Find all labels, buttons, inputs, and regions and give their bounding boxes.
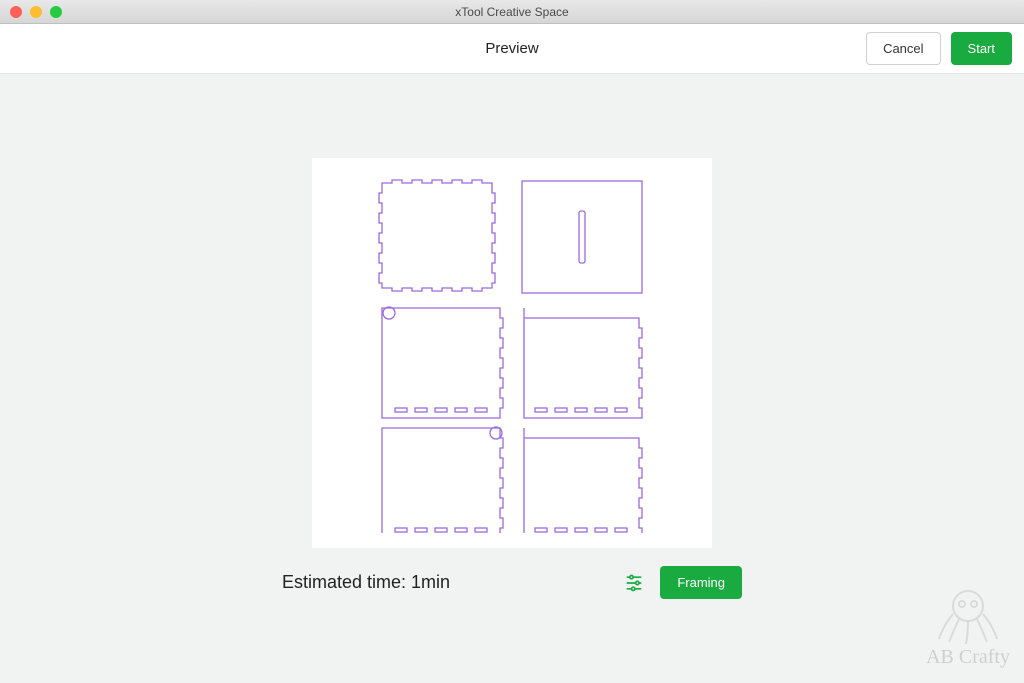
- app-header: Preview Cancel Start: [0, 24, 1024, 74]
- framing-button[interactable]: Framing: [660, 566, 742, 599]
- preview-area: Estimated time: 1min Framing: [0, 74, 1024, 683]
- header-actions: Cancel Start: [866, 32, 1012, 65]
- close-icon[interactable]: [10, 6, 22, 18]
- preview-bottom-bar: Estimated time: 1min Framing: [282, 566, 742, 599]
- window-controls: [0, 6, 62, 18]
- cancel-button[interactable]: Cancel: [866, 32, 940, 65]
- sliders-icon[interactable]: [624, 573, 644, 593]
- start-button[interactable]: Start: [951, 32, 1012, 65]
- minimize-icon[interactable]: [30, 6, 42, 18]
- window-titlebar: xTool Creative Space: [0, 0, 1024, 24]
- maximize-icon[interactable]: [50, 6, 62, 18]
- design-svg: [357, 173, 667, 533]
- design-preview: [312, 158, 712, 548]
- window-title: xTool Creative Space: [0, 5, 1024, 19]
- preview-controls: Framing: [624, 566, 742, 599]
- estimated-time-label: Estimated time: 1min: [282, 572, 450, 593]
